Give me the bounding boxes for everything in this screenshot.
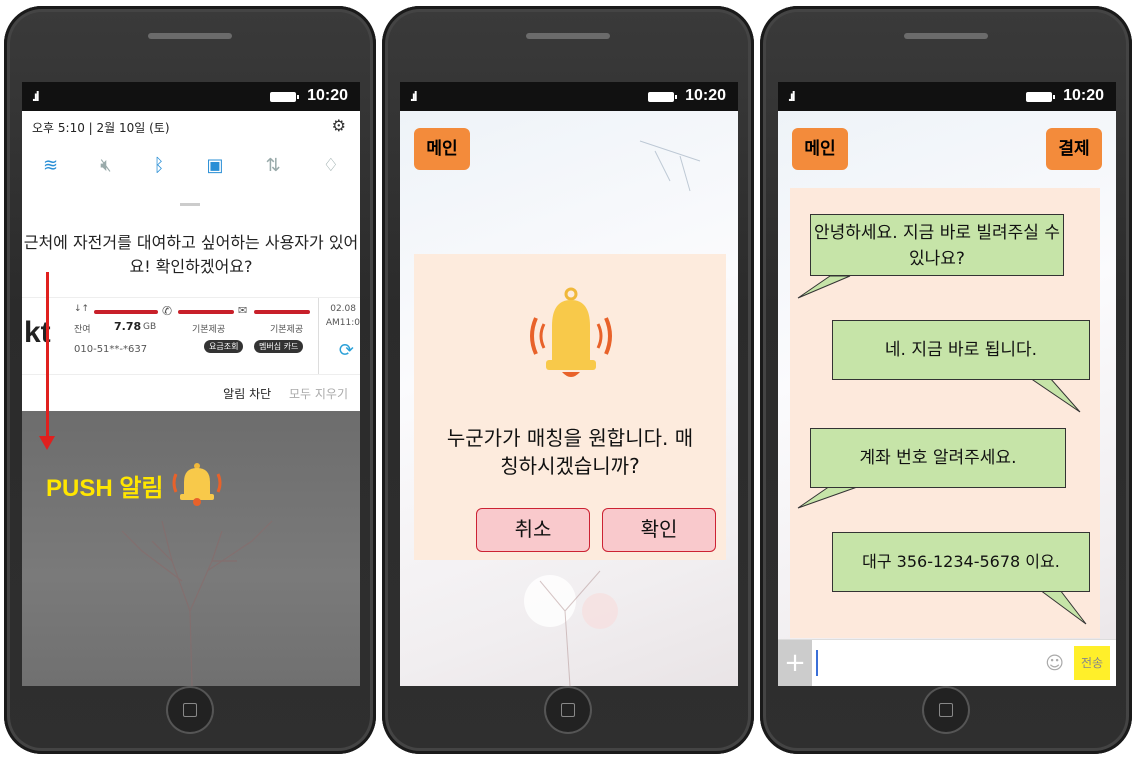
dialog-message: 누군가가 매칭을 원합니다. 매칭하시겠습니까? xyxy=(446,426,694,478)
call-bar xyxy=(178,310,234,314)
phone1-screen: .ıl 10:20 오후 5:10 | 2월 10일 (토) ⚙ ≋ 🔇︎ ᛒ … xyxy=(22,82,360,686)
push-label: PUSH 알림 xyxy=(46,460,224,506)
home-button[interactable] xyxy=(924,688,968,732)
drag-handle[interactable] xyxy=(180,203,200,206)
quick-settings: ≋ 🔇︎ ᛒ ▣ ⇅ ♢ xyxy=(22,155,360,176)
confirm-button[interactable]: 확인 xyxy=(602,508,716,552)
signal-icon: .ıl xyxy=(32,88,40,104)
notification-shade: 오후 5:10 | 2월 10일 (토) ⚙ ≋ 🔇︎ ᛒ ▣ ⇅ ♢ 근처에 … xyxy=(22,111,360,411)
chat-area: 안녕하세요. 지금 바로 빌려주실 수 있나요? 네. 지금 바로 됩니다. 계… xyxy=(790,188,1100,638)
arrow-head xyxy=(39,436,55,450)
gear-icon[interactable]: ⚙ xyxy=(332,116,346,135)
phone-icon: ✆ xyxy=(162,304,173,318)
msg-label: 기본제공 xyxy=(270,325,304,335)
plus-button[interactable]: + xyxy=(778,640,812,686)
battery-icon xyxy=(648,92,677,102)
msg-bar xyxy=(254,310,310,314)
widget-date: 02.08 xyxy=(330,304,356,314)
data-bar xyxy=(94,310,158,314)
message-input-bar: + ☺ 전송 xyxy=(778,639,1116,686)
clock: 10:20 xyxy=(685,87,726,104)
status-bar: .ıl 10:20 xyxy=(400,82,738,111)
phone-frame-1: .ıl 10:20 오후 5:10 | 2월 10일 (토) ⚙ ≋ 🔇︎ ᛒ … xyxy=(4,6,376,754)
dimmed-home-screen xyxy=(22,411,360,686)
mail-icon: ✉ xyxy=(238,304,248,317)
phone3-screen: .ıl 10:20 메인 결제 안녕하세요. 지금 바로 빌려주실 수 있나요?… xyxy=(778,82,1116,686)
date-time: 오후 5:10 | 2월 10일 (토) xyxy=(32,121,170,135)
block-notifications-button[interactable]: 알림 차단 xyxy=(223,387,271,401)
clock: 10:20 xyxy=(307,87,348,104)
phone-frame-2: .ıl 10:20 메인 누군가가 매칭을 원합니다. 매칭하시겠습니까? 취소… xyxy=(382,6,754,754)
signal-icon: .ıl xyxy=(788,88,796,104)
bell-icon xyxy=(530,287,612,377)
speaker xyxy=(904,33,988,39)
kt-widget[interactable]: kt ↓↑ ✆ ✉ 잔여 7.78 GB 기본제공 기본제공 010-51**-… xyxy=(22,297,360,375)
home-button[interactable] xyxy=(546,688,590,732)
battery-icon xyxy=(1026,92,1055,102)
call-label: 기본제공 xyxy=(192,325,226,335)
membership-button[interactable]: 멤버십 카드 xyxy=(254,340,304,353)
chat-bubble: 네. 지금 바로 됩니다. xyxy=(832,320,1090,380)
tree-illustration xyxy=(121,520,273,686)
swipe-arrow xyxy=(46,272,49,440)
chat-bubble: 대구 356-1234-5678 이요. xyxy=(832,532,1090,592)
push-label-text: PUSH 알림 xyxy=(46,475,164,502)
data-unit: GB xyxy=(143,322,157,332)
phone2-screen: .ıl 10:20 메인 누군가가 매칭을 원합니다. 매칭하시겠습니까? 취소… xyxy=(400,82,738,686)
signal-icon: .ıl xyxy=(410,88,418,104)
clear-all-button[interactable]: 모두 지우기 xyxy=(289,387,348,401)
send-button[interactable]: 전송 xyxy=(1074,646,1110,680)
fee-button[interactable]: 요금조회 xyxy=(204,340,244,353)
match-dialog: 누군가가 매칭을 원합니다. 매칭하시겠습니까? 취소 확인 xyxy=(414,254,726,560)
mute-icon[interactable]: 🔇︎ xyxy=(100,155,111,176)
phone-number: 010-51**-*637 xyxy=(74,344,148,355)
push-message[interactable]: 근처에 자전거를 대여하고 싶어하는 사용자가 있어요! 확인하겠어요? xyxy=(22,231,360,279)
main-button[interactable]: 메인 xyxy=(792,128,848,170)
home-button[interactable] xyxy=(168,688,212,732)
chat-bubble: 계좌 번호 알려주세요. xyxy=(810,428,1066,488)
notification-actions: 알림 차단 모두 지우기 xyxy=(223,385,348,402)
emoji-icon[interactable]: ☺ xyxy=(1045,653,1064,674)
rotation-lock-icon[interactable]: ▣ xyxy=(207,155,224,176)
message-input[interactable] xyxy=(816,650,818,676)
data-icon: ↓↑ xyxy=(74,304,90,314)
data-value: 7.78 xyxy=(114,320,142,333)
data-transfer-icon[interactable]: ⇅ xyxy=(266,155,281,176)
widget-divider xyxy=(318,298,319,374)
flashlight-icon[interactable]: ♢ xyxy=(323,155,339,176)
status-bar: .ıl 10:20 xyxy=(778,82,1116,111)
clock: 10:20 xyxy=(1063,87,1104,104)
battery-icon xyxy=(270,92,299,102)
chat-bubble: 안녕하세요. 지금 바로 빌려주실 수 있나요? xyxy=(810,214,1064,276)
data-label: 잔여 xyxy=(74,325,91,335)
bell-icon xyxy=(172,463,222,506)
wifi-icon[interactable]: ≋ xyxy=(43,155,58,176)
speaker xyxy=(148,33,232,39)
bluetooth-icon[interactable]: ᛒ xyxy=(154,155,165,176)
speaker xyxy=(526,33,610,39)
main-button[interactable]: 메인 xyxy=(414,128,470,170)
pay-button[interactable]: 결제 xyxy=(1046,128,1102,170)
status-bar: .ıl 10:20 xyxy=(22,82,360,111)
refresh-icon[interactable]: ⟳ xyxy=(339,340,354,361)
cancel-button[interactable]: 취소 xyxy=(476,508,590,552)
widget-time: AM11:0 xyxy=(325,318,360,328)
phone-frame-3: .ıl 10:20 메인 결제 안녕하세요. 지금 바로 빌려주실 수 있나요?… xyxy=(760,6,1132,754)
